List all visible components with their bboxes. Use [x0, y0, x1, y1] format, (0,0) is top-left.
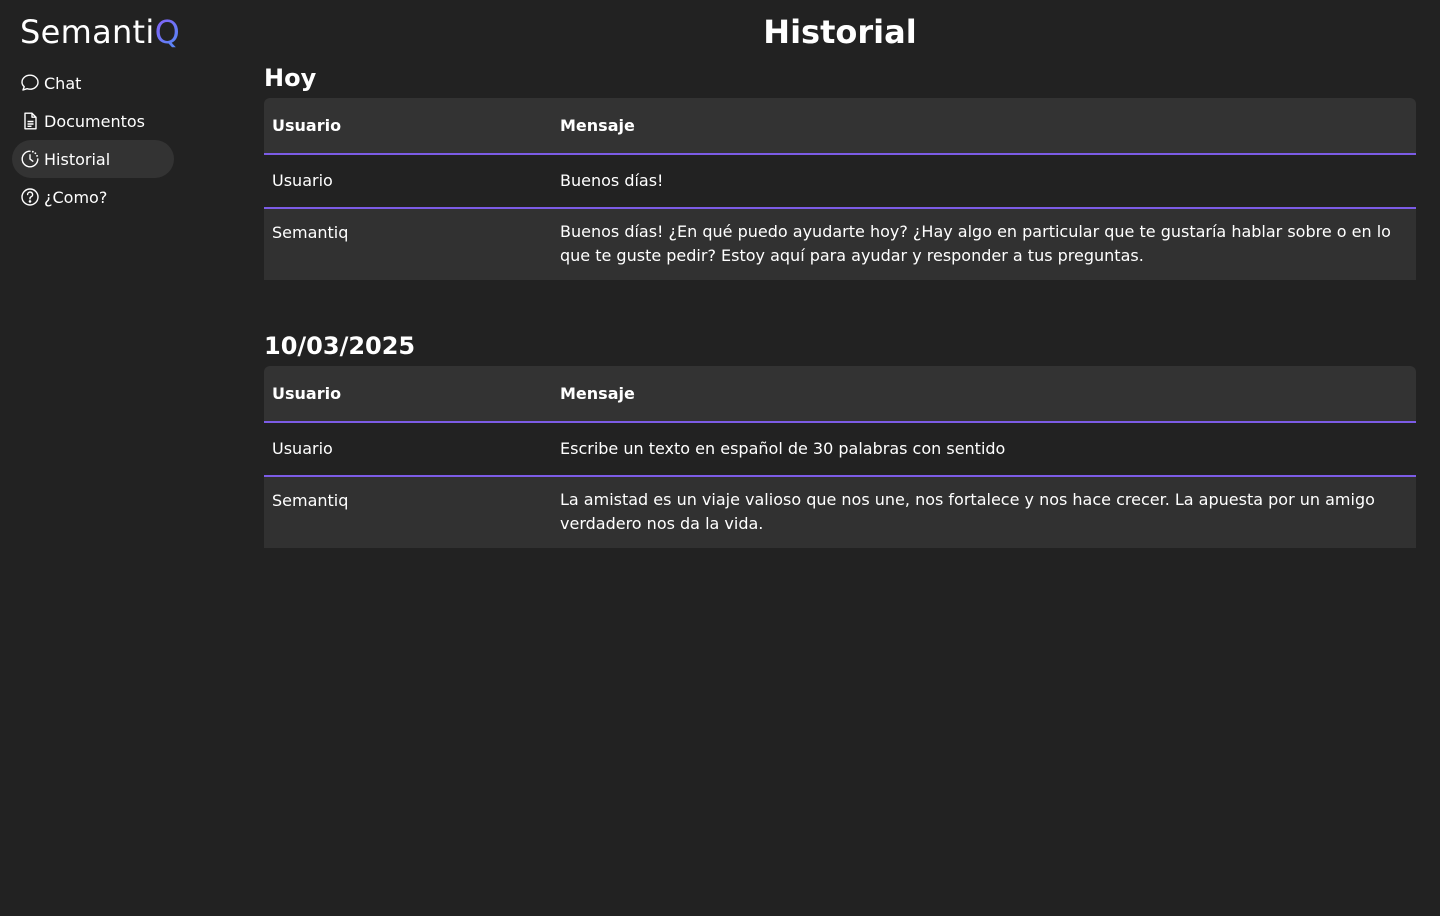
history-section-today: Hoy Usuario Mensaje Usuario Buenos días!…: [264, 62, 1416, 280]
table-row: Semantiq Buenos días! ¿En qué puedo ayud…: [264, 208, 1416, 280]
sidebar-item-chat[interactable]: Chat: [12, 64, 174, 102]
page-title: Historial: [763, 13, 917, 51]
cell-message: Escribe un texto en español de 30 palabr…: [552, 422, 1416, 477]
column-header-user: Usuario: [264, 98, 552, 155]
sidebar-nav: Chat Documentos Historial ¿Como?: [12, 64, 174, 216]
logo-q: Q: [154, 13, 181, 51]
history-clock-icon: [20, 149, 40, 169]
app-logo: SemantiQ: [20, 12, 180, 52]
sidebar-item-historial[interactable]: Historial: [12, 140, 174, 178]
logo-text: Semanti: [20, 13, 155, 51]
section-title: 10/03/2025: [264, 332, 416, 360]
sidebar: SemantiQ Chat Documentos Historial ¿Como…: [0, 0, 200, 916]
history-section-2025-03-10: 10/03/2025 Usuario Mensaje Usuario Escri…: [264, 330, 1416, 548]
cell-user: Semantiq: [272, 223, 349, 242]
help-circle-icon: [20, 187, 40, 207]
table-row: Semantiq La amistad es un viaje valioso …: [264, 476, 1416, 548]
table-header-row: Usuario Mensaje: [264, 366, 1416, 423]
cell-message: Buenos días! ¿En qué puedo ayudarte hoy?…: [560, 222, 1391, 265]
column-header-message: Mensaje: [552, 366, 1416, 423]
chat-bubble-icon: [20, 73, 40, 93]
section-title: Hoy: [264, 64, 317, 92]
table-header-row: Usuario Mensaje: [264, 98, 1416, 155]
cell-message: La amistad es un viaje valioso que nos u…: [560, 490, 1375, 533]
column-header-user: Usuario: [264, 366, 552, 423]
sidebar-item-label: Chat: [44, 73, 82, 93]
cell-user: Semantiq: [272, 491, 349, 510]
sidebar-item-como[interactable]: ¿Como?: [12, 178, 174, 216]
cell-user: Usuario: [264, 154, 552, 209]
history-table: Usuario Mensaje Usuario Buenos días! Sem…: [264, 98, 1416, 280]
sidebar-item-documentos[interactable]: Documentos: [12, 102, 174, 140]
column-header-message: Mensaje: [552, 98, 1416, 155]
sidebar-item-label: Historial: [44, 149, 111, 169]
document-icon: [20, 111, 40, 131]
sidebar-item-label: Documentos: [44, 111, 146, 131]
history-table: Usuario Mensaje Usuario Escribe un texto…: [264, 366, 1416, 548]
cell-user: Usuario: [264, 422, 552, 477]
table-row: Usuario Escribe un texto en español de 3…: [264, 422, 1416, 477]
cell-message: Buenos días!: [552, 154, 1416, 209]
sidebar-item-label: ¿Como?: [44, 187, 108, 207]
table-row: Usuario Buenos días!: [264, 154, 1416, 209]
app-root: SemantiQ Chat Documentos Historial ¿Como…: [0, 0, 1440, 916]
